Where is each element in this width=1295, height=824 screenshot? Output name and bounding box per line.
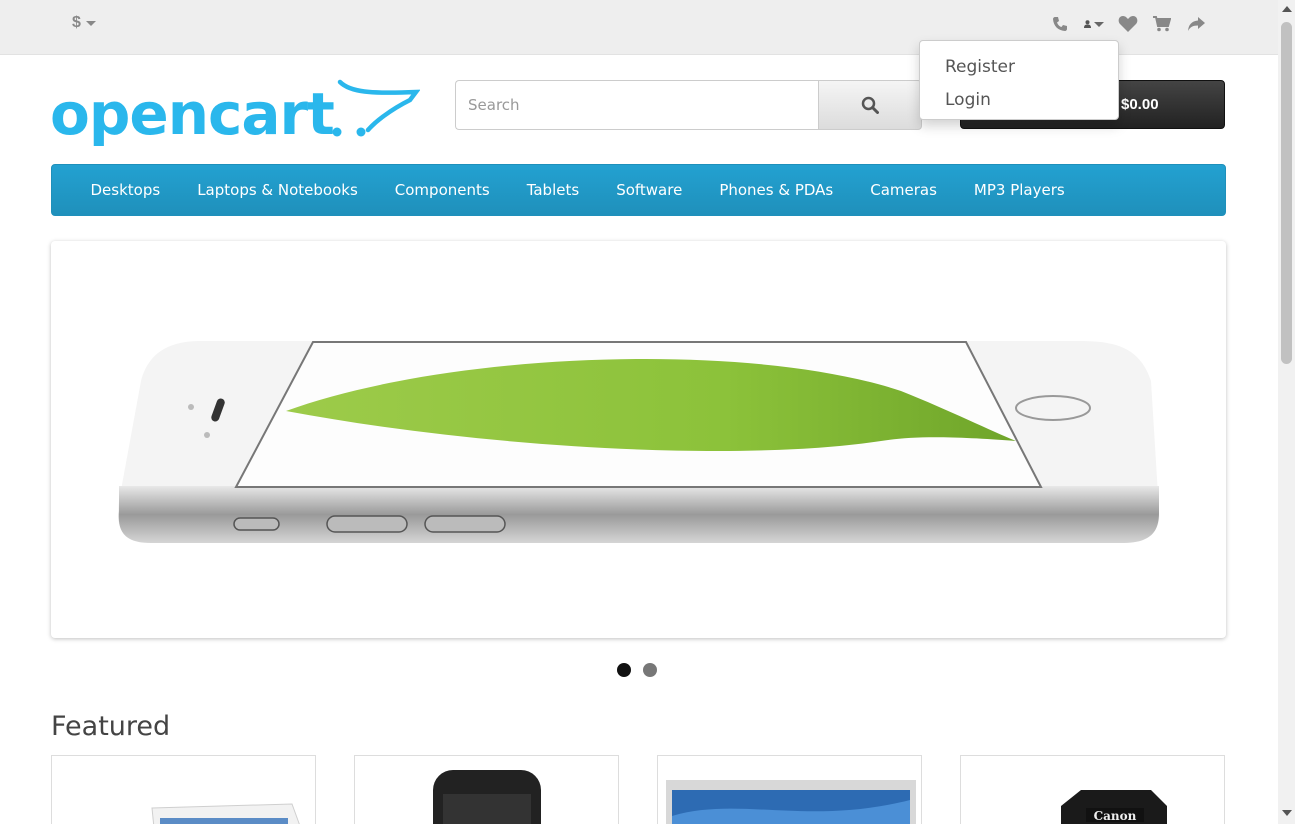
search-input[interactable] [455,80,818,130]
logo-wordmark: opencart [50,80,334,148]
svg-text:Canon: Canon [1094,809,1137,823]
currency-symbol: $ [72,14,81,31]
phone-icon[interactable] [1050,14,1070,34]
menu-item-software[interactable]: Software [598,181,701,199]
slide-dot-1[interactable] [617,663,631,677]
slideshow-pagination [617,663,657,677]
product-card[interactable]: Canon [960,755,1225,824]
product-card[interactable] [51,755,316,824]
chevron-down-icon [1094,21,1104,27]
product-image-laptop [151,803,300,824]
top-links [1050,14,1206,34]
slideshow[interactable] [51,241,1226,638]
scroll-up-arrow-icon[interactable] [1281,4,1292,14]
site-logo[interactable]: opencart [50,78,421,158]
slide-image-iphone [118,341,1160,543]
product-card[interactable] [354,755,619,824]
user-icon [1084,20,1091,28]
menu-item-components[interactable]: Components [376,181,508,199]
register-link[interactable]: Register [920,51,1118,84]
menu-item-cameras[interactable]: Cameras [852,181,956,199]
product-card[interactable] [657,755,922,824]
slide-dot-2[interactable] [643,663,657,677]
menu-item-tablets[interactable]: Tablets [508,181,598,199]
menu-item-laptops-notebooks[interactable]: Laptops & Notebooks [179,181,377,199]
account-dropdown-menu: Register Login [919,40,1119,120]
scrollbar-thumb[interactable] [1281,22,1292,364]
featured-products: Canon [51,755,1225,824]
menu-item-phones-pdas[interactable]: Phones & PDAs [701,181,852,199]
scroll-down-arrow-icon[interactable] [1281,808,1292,818]
product-image-camera: Canon [1061,790,1167,824]
main-menu: Desktops Laptops & Notebooks Components … [51,164,1226,216]
login-link[interactable]: Login [920,84,1118,117]
menu-item-desktops[interactable]: Desktops [72,181,179,199]
menu-item-mp3-players[interactable]: MP3 Players [955,181,1083,199]
search-button[interactable] [818,80,922,130]
search-bar [455,80,922,130]
product-image-monitor [666,780,916,824]
account-dropdown-toggle[interactable] [1084,14,1104,34]
heart-icon[interactable] [1118,14,1138,34]
cart-total: $0.00 [1121,96,1159,113]
search-icon [861,96,879,114]
featured-heading: Featured [51,711,171,742]
chevron-down-icon [85,20,96,26]
share-icon[interactable] [1186,14,1206,34]
product-image-iphone [433,770,541,824]
currency-selector[interactable]: $ [72,14,96,32]
shopping-cart-icon[interactable] [1152,14,1172,34]
